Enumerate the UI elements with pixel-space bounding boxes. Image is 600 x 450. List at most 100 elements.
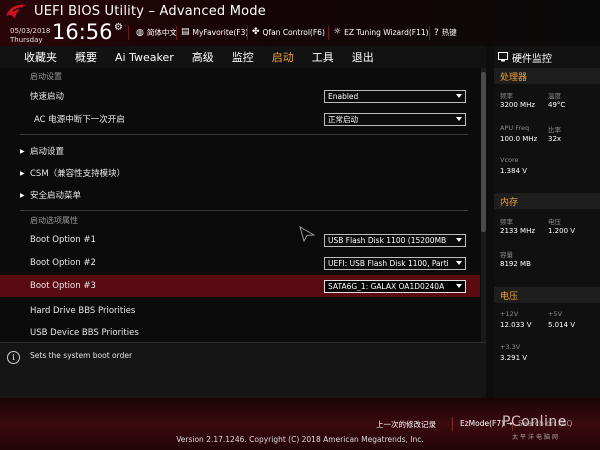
fast-boot-label: 快速启动 — [30, 92, 65, 102]
group-label: 安全启动菜单 — [30, 191, 82, 201]
date-display: 05/03/2018 Thursday — [10, 27, 50, 45]
tab-tool[interactable]: 工具 — [312, 49, 334, 65]
boot-option-2-select[interactable]: UEFI: USB Flash Disk 1100, Parti — [324, 256, 466, 270]
help-text: Sets the system boot order — [30, 351, 133, 360]
scrollbar-thumb[interactable] — [481, 72, 486, 232]
group-label: CSM（兼容性支持模块） — [30, 169, 126, 179]
boot-option-3-row[interactable]: Boot Option #3 SATA6G_1: GALAX OA1D0240A — [0, 275, 480, 297]
fast-boot-row[interactable]: 快速启动 Enabled — [0, 85, 480, 107]
chevron-down-icon — [456, 93, 462, 98]
globe-icon: ◍ — [136, 27, 144, 38]
language-label: 简体中文 — [146, 28, 177, 37]
app-title: UEFI BIOS Utility – Advanced Mode — [34, 4, 266, 19]
header-divider — [128, 26, 129, 40]
fast-boot-select[interactable]: Enabled — [324, 89, 466, 103]
boot-option-1-row[interactable]: Boot Option #1 USB Flash Disk 1100 (1520… — [0, 229, 480, 251]
info-icon: i — [7, 351, 20, 364]
tab-main[interactable]: 概要 — [75, 49, 97, 65]
ac-power-loss-value: 正常启动 — [328, 114, 358, 124]
ac-power-loss-row[interactable]: AC 电源中断下一次开启 正常启动 — [0, 108, 480, 130]
v5-value: 5.014 V — [548, 321, 576, 329]
cpu-freq-label: 频率 — [500, 92, 513, 100]
vcore-value: 1.384 V — [500, 167, 528, 175]
section-boot-priorities: 启动选项属性 — [0, 209, 480, 231]
my-favorite-label: MyFavorite(F3) — [192, 27, 249, 37]
cpu-temp-value: 49°C — [548, 101, 566, 109]
tab-favorites[interactable]: 收藏夹 — [24, 49, 57, 65]
mouse-pointer-icon — [299, 226, 315, 242]
mem-volt-label: 电压 — [548, 218, 561, 226]
mem-freq-label: 频率 — [500, 218, 513, 226]
chevron-down-icon — [456, 237, 462, 242]
last-modified-button[interactable]: 上一次的修改记录 — [376, 419, 436, 430]
boot-option-2-row[interactable]: Boot Option #2 UEFI: USB Flash Disk 1100… — [0, 252, 480, 274]
my-favorite-button[interactable]: ▤ MyFavorite(F3) — [181, 27, 248, 37]
cpu-freq-value: 3200 MHz — [500, 101, 536, 109]
date-value: 05/03/2018 — [10, 27, 51, 35]
tab-boot[interactable]: 启动 — [272, 49, 294, 65]
ez-tuning-wizard-label: EZ Tuning Wizard(F11) — [344, 27, 429, 37]
v33-label: +3.3V — [500, 343, 521, 351]
cpu-temp-label: 温度 — [548, 92, 561, 100]
section-label: 启动选项属性 — [30, 215, 78, 225]
group-csm[interactable]: ▶ CSM（兼容性支持模块） — [0, 162, 480, 184]
apu-freq-value: 100.0 MHz — [500, 135, 538, 143]
tab-ai-tweaker[interactable]: Ai Tweaker — [115, 51, 174, 64]
header-divider — [176, 26, 177, 40]
tab-exit[interactable]: 退出 — [352, 49, 374, 65]
fan-icon: ✤ — [252, 27, 260, 37]
header-divider — [429, 26, 430, 40]
hotkeys-button[interactable]: ? 热键 — [434, 27, 457, 38]
cpu-ratio-value: 32x — [548, 135, 562, 143]
v5-label: +5V — [548, 310, 563, 318]
ez-mode-label: EzMode(F7) — [460, 419, 505, 428]
boot-option-3-value: SATA6G_1: GALAX OA1D0240A — [328, 281, 445, 291]
clock-settings-gear-icon[interactable]: ⚙ — [114, 22, 123, 33]
version-info: Version 2.17.1246. Copyright (C) 2018 Am… — [176, 435, 424, 444]
chevron-down-icon — [456, 260, 462, 265]
boot-option-1-select[interactable]: USB Flash Disk 1100 (15200MB — [324, 233, 466, 247]
chevron-down-icon — [456, 283, 462, 288]
watermark-text: PConline — [502, 414, 567, 430]
boot-settings-panel: 启动设置 快速启动 Enabled AC 电源中断下一次开启 正常启动 ▶ 启动… — [0, 68, 486, 342]
bottom-bar: 上一次的修改记录 EzMode(F7) ⇥ Search on FAQ PCon… — [0, 398, 600, 450]
hotkeys-label: 热键 — [441, 28, 457, 37]
boot-option-3-select[interactable]: SATA6G_1: GALAX OA1D0240A — [324, 279, 466, 293]
fast-boot-value: Enabled — [328, 91, 359, 101]
apu-freq-label: APU Freq — [500, 124, 530, 132]
tab-advanced[interactable]: 高级 — [192, 49, 214, 65]
section-label: 启动设置 — [30, 71, 62, 81]
v33-value: 3.291 V — [500, 354, 528, 362]
usb-device-bbs-label: USB Device BBS Priorities — [30, 328, 139, 338]
group-boot-configuration[interactable]: ▶ 启动设置 — [0, 140, 480, 162]
hw-section-cpu: 处理器 — [494, 68, 600, 84]
hardware-monitor-title: 硬件监控 — [512, 53, 552, 65]
clock-time: 16:56 — [52, 20, 113, 44]
tab-monitor[interactable]: 监控 — [232, 49, 254, 65]
ez-tuning-wizard-button[interactable]: ☼ EZ Tuning Wizard(F11) — [333, 27, 429, 37]
section-boot-config: 启动设置 — [0, 65, 480, 87]
mem-freq-value: 2133 MHz — [500, 227, 536, 235]
vcore-label: Vcore — [500, 156, 519, 164]
hw-section-title: 内存 — [500, 198, 519, 208]
group-label: 启动设置 — [30, 147, 65, 157]
usb-device-bbs-row[interactable]: USB Device BBS Priorities — [0, 322, 480, 344]
hw-section-memory: 内存 — [494, 193, 600, 209]
qfan-control-button[interactable]: ✤ Qfan Control(F6) — [252, 27, 325, 37]
help-bar: i Sets the system boot order — [0, 342, 486, 398]
favorite-list-icon: ▤ — [181, 27, 190, 37]
group-secure-boot[interactable]: ▶ 安全启动菜单 — [0, 184, 480, 206]
v12-value: 12.033 V — [500, 321, 532, 329]
hard-drive-bbs-row[interactable]: Hard Drive BBS Priorities — [0, 300, 480, 322]
monitor-screen-icon — [498, 52, 508, 62]
header-divider — [247, 26, 248, 40]
boot-option-3-label: Boot Option #3 — [30, 281, 96, 291]
mem-volt-value: 1.200 V — [548, 227, 576, 235]
language-button[interactable]: ◍ 简体中文 — [136, 27, 177, 38]
ac-power-loss-select[interactable]: 正常启动 — [324, 112, 466, 126]
chevron-down-icon — [456, 116, 462, 121]
rog-logo-icon — [6, 4, 26, 19]
hw-section-voltage: 电压 — [494, 287, 600, 303]
boot-option-2-label: Boot Option #2 — [30, 258, 96, 268]
scrollbar[interactable] — [481, 68, 486, 342]
